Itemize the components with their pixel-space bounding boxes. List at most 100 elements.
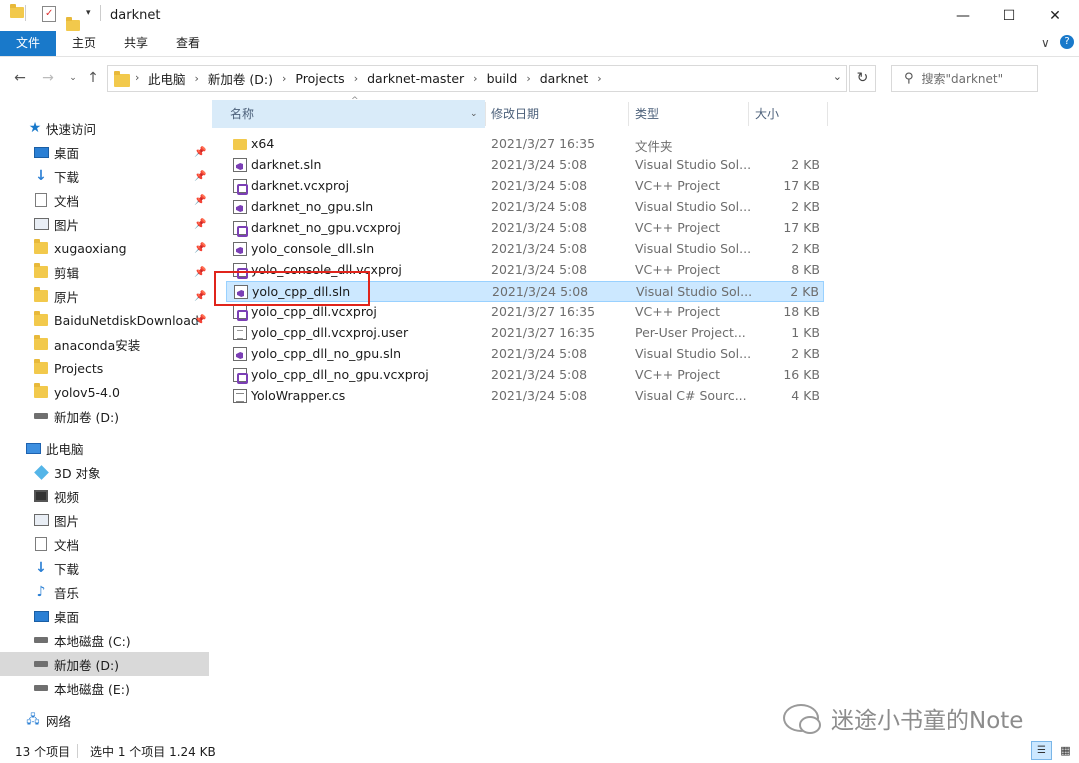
- table-row[interactable]: darknet_no_gpu.vcxproj 2021/3/24 5:08 VC++…: [226, 218, 824, 239]
- folder-icon: [33, 311, 49, 327]
- file-date: 2021/3/24 5:08: [492, 284, 589, 299]
- table-row[interactable]: yolo_cpp_dll.sln 2021/3/24 5:08 Visual Stu…: [226, 281, 824, 302]
- sidebar-item-quick-5[interactable]: 剪辑 📌: [0, 260, 209, 284]
- pin-icon[interactable]: 📌: [194, 243, 206, 254]
- breadcrumb: 此电脑 › 新加卷 (D:) › Projects › darknet-master ›…: [148, 66, 611, 91]
- chevron-down-icon[interactable]: ⌄: [470, 100, 478, 128]
- file-date: 2021/3/27 16:35: [491, 325, 596, 340]
- pin-icon[interactable]: 📌: [194, 219, 206, 230]
- table-row[interactable]: darknet.sln 2021/3/24 5:08 Visual Studio S…: [226, 155, 824, 176]
- desktop-icon: [33, 145, 49, 159]
- folder-icon: [233, 139, 247, 150]
- divider[interactable]: [748, 102, 749, 126]
- breadcrumb-darknet[interactable]: darknet: [540, 71, 589, 86]
- back-button[interactable]: ←: [10, 68, 30, 88]
- file-date: 2021/3/24 5:08: [491, 157, 588, 172]
- sidebar-item-quick-7[interactable]: BaiduNetdiskDownload 📌: [0, 308, 209, 332]
- table-row[interactable]: yolo_console_dll.sln 2021/3/24 5:08 Visual…: [226, 239, 824, 260]
- recent-locations-icon[interactable]: ⌄: [63, 68, 83, 88]
- forward-button[interactable]: →: [38, 68, 58, 88]
- table-row[interactable]: yolo_cpp_dll.vcxproj 2021/3/27 16:35 VC++ …: [226, 302, 824, 323]
- sidebar-item-quick-8[interactable]: anaconda安装: [0, 332, 209, 356]
- breadcrumb-this-pc[interactable]: 此电脑: [148, 69, 186, 88]
- up-button[interactable]: ↑: [83, 68, 103, 88]
- tab-view[interactable]: 查看: [162, 31, 214, 56]
- pin-icon[interactable]: 📌: [194, 267, 206, 278]
- address-bar[interactable]: › 此电脑 › 新加卷 (D:) › Projects › darknet-maste…: [107, 65, 847, 92]
- sidebar-item-pc-1[interactable]: 视频: [0, 484, 209, 508]
- ribbon-expand-icon[interactable]: ∨: [1041, 36, 1050, 50]
- large-icons-view-button[interactable]: ▦: [1055, 741, 1076, 760]
- column-header-name[interactable]: 名称: [212, 100, 485, 128]
- table-row[interactable]: darknet.vcxproj 2021/3/24 5:08 VC++ Projec…: [226, 176, 824, 197]
- column-header-size[interactable]: 大小: [755, 100, 779, 128]
- new-folder-icon[interactable]: [66, 17, 80, 31]
- sidebar-item-pc-7[interactable]: 本地磁盘 (C:): [0, 628, 209, 652]
- close-button[interactable]: ✕: [1032, 0, 1078, 31]
- sidebar-item-quick-10[interactable]: yolov5-4.0: [0, 380, 209, 404]
- nav-this-pc[interactable]: 此电脑: [0, 436, 209, 460]
- sidebar-item-quick-2[interactable]: 文档 📌: [0, 188, 209, 212]
- table-row[interactable]: x64 2021/3/27 16:35 文件夹: [226, 134, 824, 155]
- table-row[interactable]: yolo_cpp_dll_no_gpu.vcxproj 2021/3/24 5:0…: [226, 365, 824, 386]
- details-view-button[interactable]: ☰: [1031, 741, 1052, 760]
- table-row[interactable]: darknet_no_gpu.sln 2021/3/24 5:08 Visual S…: [226, 197, 824, 218]
- divider[interactable]: [628, 102, 629, 126]
- column-header-date[interactable]: 修改日期: [491, 100, 539, 128]
- pin-icon[interactable]: 📌: [194, 147, 206, 158]
- sidebar-item-quick-4[interactable]: xugaoxiang 📌: [0, 236, 209, 260]
- pin-icon[interactable]: 📌: [194, 291, 206, 302]
- pin-icon[interactable]: 📌: [194, 171, 206, 182]
- table-row[interactable]: yolo_console_dll.vcxproj 2021/3/24 5:08 VC…: [226, 260, 824, 281]
- chevron-down-icon[interactable]: ⌄: [833, 70, 842, 83]
- quick-access-dropdown-icon[interactable]: ▾: [86, 8, 91, 18]
- sidebar-item-pc-2[interactable]: 图片: [0, 508, 209, 532]
- file-size: 17 KB: [783, 178, 820, 193]
- refresh-button[interactable]: ↻: [849, 65, 876, 92]
- sidebar-item-pc-3[interactable]: 文档: [0, 532, 209, 556]
- sidebar-item-pc-5[interactable]: ♪ 音乐: [0, 580, 209, 604]
- table-row[interactable]: yolo_cpp_dll.vcxproj.user 2021/3/27 16:35…: [226, 323, 824, 344]
- tab-file[interactable]: 文件: [0, 31, 56, 56]
- nav-network[interactable]: 🖧 网络: [0, 708, 209, 732]
- help-icon[interactable]: ?: [1060, 35, 1074, 49]
- tab-share[interactable]: 共享: [110, 31, 162, 56]
- sidebar-item-pc-4[interactable]: ↓ 下载: [0, 556, 209, 580]
- tab-home[interactable]: 主页: [58, 31, 110, 56]
- divider[interactable]: [485, 102, 486, 126]
- maximize-button[interactable]: ☐: [986, 0, 1032, 31]
- divider[interactable]: [827, 102, 828, 126]
- table-row[interactable]: YoloWrapper.cs 2021/3/24 5:08 Visual C# So…: [226, 386, 824, 407]
- sidebar-item-pc-9[interactable]: 本地磁盘 (E:): [0, 676, 209, 700]
- search-input[interactable]: 搜索"darknet": [922, 70, 1004, 87]
- minimize-button[interactable]: —: [940, 0, 986, 31]
- column-header-type[interactable]: 类型: [635, 100, 659, 128]
- file-name: yolo_console_dll.vcxproj: [251, 262, 402, 277]
- sidebar-item-quick-0[interactable]: 桌面 📌: [0, 140, 209, 164]
- sidebar-item-pc-6[interactable]: 桌面: [0, 604, 209, 628]
- sidebar-item-quick-1[interactable]: ↓ 下载 📌: [0, 164, 209, 188]
- file-name: darknet.vcxproj: [251, 178, 350, 193]
- sidebar-item-quick-3[interactable]: 图片 📌: [0, 212, 209, 236]
- pin-icon[interactable]: 📌: [194, 315, 206, 326]
- breadcrumb-build[interactable]: build: [487, 71, 518, 86]
- sidebar-item-quick-9[interactable]: Projects: [0, 356, 209, 380]
- sidebar-item-pc-0[interactable]: 3D 对象: [0, 460, 209, 484]
- properties-icon[interactable]: ✓: [42, 6, 56, 22]
- breadcrumb-darknet-master[interactable]: darknet-master: [367, 71, 464, 86]
- sidebar-item-quick-6[interactable]: 原片 📌: [0, 284, 209, 308]
- table-row[interactable]: yolo_cpp_dll_no_gpu.sln 2021/3/24 5:08 Vis…: [226, 344, 824, 365]
- file-date: 2021/3/24 5:08: [491, 367, 588, 382]
- sidebar-item-quick-11[interactable]: 新加卷 (D:): [0, 404, 209, 428]
- pin-icon[interactable]: 📌: [194, 195, 206, 206]
- search-box[interactable]: ⚲ 搜索"darknet": [891, 65, 1038, 92]
- nav-quick-access[interactable]: ★ 快速访问: [0, 116, 209, 140]
- breadcrumb-drive-d[interactable]: 新加卷 (D:): [208, 69, 273, 88]
- breadcrumb-projects[interactable]: Projects: [295, 71, 344, 86]
- folder-icon: [33, 383, 49, 399]
- file-name: yolo_cpp_dll_no_gpu.sln: [251, 346, 402, 361]
- sidebar-item-pc-8[interactable]: 新加卷 (D:): [0, 652, 209, 676]
- file-type: Visual Studio Sol...: [635, 199, 752, 214]
- file-name: darknet.sln: [251, 157, 322, 172]
- chevron-right-icon: ›: [353, 72, 359, 85]
